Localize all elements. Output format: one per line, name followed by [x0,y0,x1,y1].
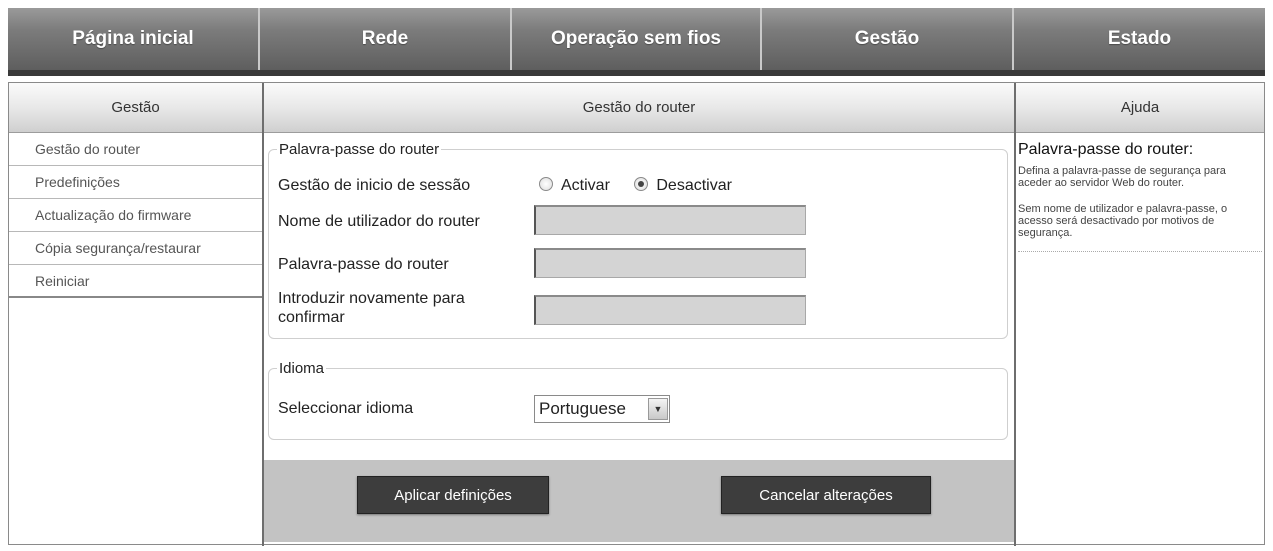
tab-management[interactable]: Gestão [762,8,1014,70]
help-divider [1018,251,1262,252]
password-group-legend: Palavra-passe do router [279,141,440,158]
tab-status[interactable]: Estado [1014,8,1265,70]
radio-disable[interactable] [634,177,649,191]
top-navigation: Página inicial Rede Operação sem fios Ge… [8,8,1265,76]
sidebar-header: Gestão [9,83,262,133]
confirm-label-line2: confirmar [278,309,345,326]
main-panel: Palavra-passe do router Gestão de inicio… [264,133,1014,544]
help-paragraph: Defina a palavra-passe de segurança para… [1018,165,1226,189]
confirm-password-label: Introduzir novamente para confirmar [278,289,465,327]
help-header: Ajuda [1016,83,1264,133]
sidebar-item-reboot[interactable]: Reiniciar [9,265,262,298]
sidebar: Gestão do router Predefinições Actualiza… [9,133,262,298]
login-management-label: Gestão de inicio de sessão [278,177,471,194]
sidebar-item-router-management[interactable]: Gestão do router [9,133,262,166]
password-field[interactable] [534,248,806,278]
page-title: Gestão do router [264,83,1014,133]
action-bar: Aplicar definições Cancelar alterações [264,460,1014,542]
sidebar-item-firmware-update[interactable]: Actualização do firmware [9,199,262,232]
content-frame: Gestão Gestão do router Ajuda Gestão do … [8,82,1265,546]
apply-settings-button[interactable]: Aplicar definições [357,476,549,514]
radio-disable-label: Desactivar [656,177,732,194]
username-label: Nome de utilizador do router [278,213,480,230]
help-heading: Palavra-passe do router: [1018,141,1194,158]
cancel-changes-button[interactable]: Cancelar alterações [721,476,931,514]
password-label: Palavra-passe do router [278,256,449,273]
radio-enable[interactable] [539,177,553,191]
radio-enable-label: Activar [561,177,610,194]
help-panel: Palavra-passe do router: Defina a palavr… [1016,133,1264,252]
language-group-legend: Idioma [279,360,325,377]
chevron-down-icon[interactable]: ▼ [648,398,668,420]
help-paragraph: Sem nome de utilizador e palavra-passe, … [1018,203,1228,239]
tab-network[interactable]: Rede [260,8,512,70]
language-select-label: Seleccionar idioma [278,400,414,417]
language-select[interactable]: Portuguese ▼ [534,395,670,423]
tab-home[interactable]: Página inicial [8,8,260,70]
tab-wireless[interactable]: Operação sem fios [512,8,762,70]
username-field[interactable] [534,205,806,235]
confirm-label-line1: Introduzir novamente para [278,290,465,307]
language-select-value: Portuguese [539,399,626,418]
sidebar-item-backup-restore[interactable]: Cópia segurança/restaurar [9,232,262,265]
confirm-password-field[interactable] [534,295,806,325]
sidebar-item-defaults[interactable]: Predefinições [9,166,262,199]
login-radio-group: Activar Desactivar [539,177,732,195]
